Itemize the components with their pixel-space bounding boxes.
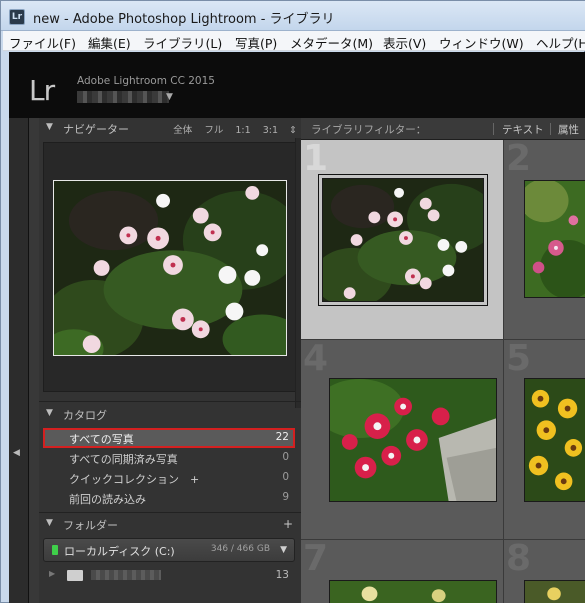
grid-cell[interactable]: 2 (504, 140, 585, 340)
plus-icon[interactable]: + (283, 517, 293, 531)
zoom-updown-icon[interactable]: ⇕ (289, 125, 297, 136)
catalog-item-count: 0 (282, 451, 289, 463)
volume-size: 346 / 466 GB (210, 544, 270, 554)
grid-view: ライブラリフィルター： テキスト 属性 1 2 4 5 7 8 (301, 118, 585, 603)
navigator-preview-photo[interactable] (53, 180, 287, 356)
catalog-item-synced-photos[interactable]: すべての同期済み写真 0 (43, 448, 295, 468)
grid-cell[interactable]: 5 (504, 340, 585, 540)
cell-number: 4 (303, 340, 329, 379)
lightroom-workspace: Lr Adobe Lightroom CC 2015 ▼ ◀ ▼ ナビゲーター … (9, 52, 585, 603)
cell-number: 8 (506, 540, 532, 579)
photo-thumbnail[interactable] (329, 580, 497, 603)
photo-thumbnail[interactable] (524, 378, 585, 502)
catalog-item-label: 前回の読み込み (69, 493, 146, 506)
triangle-down-icon[interactable]: ▼ (280, 545, 287, 555)
disk-status-indicator (52, 545, 58, 555)
product-name: Adobe Lightroom CC 2015 (77, 75, 215, 87)
left-panel: ▼ ナビゲーター 全体 フル 1:1 3:1 ⇕ ▼ カタログ すべての写真 2… (39, 118, 301, 603)
folder-name-redacted (91, 570, 161, 580)
panel-gutter (29, 118, 39, 603)
catalog-item-count: 0 (282, 471, 289, 483)
photo-thumbnail[interactable] (524, 180, 585, 298)
grid-cell[interactable]: 7 (301, 540, 504, 603)
catalog-item-count: 9 (282, 491, 289, 503)
menu-library[interactable]: ライブラリ(L) (143, 33, 222, 52)
triangle-left-icon[interactable]: ◀ (13, 448, 20, 458)
menu-file[interactable]: ファイル(F) (9, 33, 76, 52)
identity-plate: Lr Adobe Lightroom CC 2015 ▼ (9, 52, 585, 118)
menu-bar: ファイル(F) 編集(E) ライブラリ(L) 写真(P) メタデータ(M) 表示… (3, 31, 585, 51)
photo-thumbnail[interactable] (322, 178, 484, 302)
menu-view[interactable]: 表示(V) (383, 33, 426, 52)
grid-cell[interactable]: 8 (504, 540, 585, 603)
library-filter-label: ライブラリフィルター： (311, 124, 427, 136)
panel-divider (39, 401, 301, 402)
triangle-down-icon[interactable]: ▼ (46, 518, 53, 528)
folders-header[interactable]: ▼ フォルダー + (39, 514, 301, 534)
menu-photo[interactable]: 写真(P) (235, 33, 277, 52)
zoom-1-1-option[interactable]: 1:1 (235, 125, 250, 136)
library-filter-bar: ライブラリフィルター： テキスト 属性 (301, 118, 585, 140)
catalog-item-all-photos[interactable]: すべての写真 22 (43, 428, 295, 448)
zoom-3-1-option[interactable]: 3:1 (263, 125, 278, 136)
triangle-down-icon[interactable]: ▼ (166, 92, 173, 102)
menu-help[interactable]: ヘルプ(H) (536, 33, 585, 52)
folder-icon (67, 570, 83, 581)
navigator-zoom-options: 全体 フル 1:1 3:1 ⇕ (164, 122, 297, 136)
filter-text-tab[interactable]: テキスト (502, 122, 544, 137)
catalog-item-quick-collection[interactable]: クイックコレクション + 0 (43, 468, 295, 488)
left-panel-toggle-strip[interactable]: ◀ (9, 118, 29, 603)
grid-cell[interactable]: 4 (301, 340, 504, 540)
triangle-down-icon[interactable]: ▼ (46, 408, 53, 418)
cell-number: 7 (303, 540, 329, 579)
navigator-header[interactable]: ▼ ナビゲーター 全体 フル 1:1 3:1 ⇕ (39, 118, 301, 138)
window-title: new - Adobe Photoshop Lightroom - ライブラリ (33, 12, 335, 27)
triangle-right-icon[interactable]: ▶ (49, 569, 55, 578)
triangle-down-icon[interactable]: ▼ (46, 122, 53, 132)
folder-count: 13 (275, 569, 289, 581)
filter-attribute-tab[interactable]: 属性 (558, 122, 579, 137)
filter-divider (550, 123, 551, 135)
panel-divider (39, 512, 301, 513)
user-name-redacted (77, 91, 169, 103)
title-bar[interactable]: Lr new - Adobe Photoshop Lightroom - ライブ… (1, 1, 585, 31)
cell-number: 2 (506, 140, 532, 179)
zoom-fit-option[interactable]: 全体 (173, 125, 192, 136)
cell-number: 5 (506, 340, 532, 379)
photo-thumbnail[interactable] (329, 378, 497, 502)
navigator-title: ナビゲーター (63, 123, 129, 136)
menu-edit[interactable]: 編集(E) (88, 33, 131, 52)
catalog-item-previous-import[interactable]: 前回の読み込み 9 (43, 488, 295, 508)
grid-cell[interactable]: 1 (301, 140, 504, 340)
volume-bar[interactable]: ローカルディスク (C:) 346 / 466 GB ▼ (43, 538, 295, 562)
menu-window[interactable]: ウィンドウ(W) (439, 33, 524, 52)
photo-thumbnail[interactable] (524, 580, 585, 603)
folders-title: フォルダー (63, 519, 118, 532)
lightroom-logo: Lr (29, 74, 55, 107)
catalog-item-count: 22 (275, 431, 289, 443)
catalog-item-label: すべての同期済み写真 (69, 453, 178, 466)
application-window: Lr new - Adobe Photoshop Lightroom - ライブ… (0, 0, 585, 603)
menu-metadata[interactable]: メタデータ(M) (290, 33, 373, 52)
catalog-title: カタログ (63, 409, 107, 422)
filter-divider (493, 123, 494, 135)
catalog-item-label: クイックコレクション + (69, 473, 200, 486)
folder-item[interactable]: ▶ 13 (43, 566, 295, 584)
catalog-header[interactable]: ▼ カタログ (39, 404, 301, 424)
lightroom-app-icon: Lr (9, 9, 25, 25)
volume-name: ローカルディスク (C:) (64, 545, 175, 558)
zoom-fill-option[interactable]: フル (204, 125, 223, 136)
catalog-item-label: すべての写真 (69, 433, 134, 446)
